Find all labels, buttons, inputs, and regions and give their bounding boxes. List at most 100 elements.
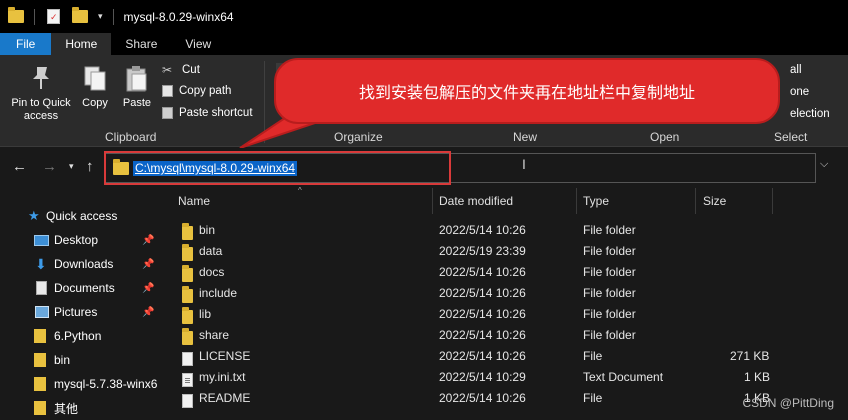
column-divider[interactable] bbox=[576, 188, 577, 214]
tab-file[interactable]: File bbox=[0, 33, 52, 55]
folder-icon bbox=[34, 353, 46, 367]
nav-label: Documents bbox=[54, 281, 115, 295]
file-name: README bbox=[199, 391, 251, 405]
pin-label-1: Pin to Quick bbox=[11, 97, 71, 109]
back-arrow-icon[interactable]: ← bbox=[12, 158, 27, 175]
table-row[interactable]: share 2022/5/14 10:26 File folder bbox=[166, 325, 848, 346]
callout-annotation: 找到安装包解压的文件夹再在地址栏中复制地址 bbox=[274, 58, 780, 124]
file-name: docs bbox=[199, 265, 225, 279]
file-type: File folder bbox=[583, 307, 636, 321]
table-row[interactable]: include 2022/5/14 10:26 File folder bbox=[166, 283, 848, 304]
file-name: data bbox=[199, 244, 223, 258]
title-bar: ✓ ▾ mysql-8.0.29-winx64 bbox=[0, 0, 848, 33]
invert-selection-label: election bbox=[790, 108, 830, 120]
pin-icon[interactable]: 📌 bbox=[142, 283, 154, 294]
cut-button[interactable]: ✂ Cut bbox=[162, 63, 200, 77]
pin-label-2: access bbox=[23, 110, 59, 122]
file-date: 2022/5/14 10:26 bbox=[439, 391, 526, 405]
table-row[interactable]: bin 2022/5/14 10:26 File folder bbox=[166, 220, 848, 241]
file-date: 2022/5/14 10:26 bbox=[439, 349, 526, 363]
select-group-label: Select bbox=[774, 130, 808, 144]
copy-label: Copy bbox=[82, 97, 108, 109]
file-date: 2022/5/14 10:26 bbox=[439, 223, 526, 237]
star-icon: ★ bbox=[28, 208, 40, 223]
qat-dropdown-icon[interactable]: ▾ bbox=[98, 11, 103, 22]
pin-icon[interactable]: 📌 bbox=[142, 307, 154, 318]
nav-item-documents[interactable]: Documents 📌 bbox=[0, 277, 160, 299]
desktop-icon bbox=[34, 234, 49, 246]
nav-item-quick-access[interactable]: ★ Quick access bbox=[0, 205, 160, 227]
open-group-label: Open bbox=[650, 130, 680, 144]
title-sep bbox=[34, 8, 35, 25]
select-none-label: one bbox=[790, 86, 810, 98]
file-type: File folder bbox=[583, 328, 636, 342]
nav-item-bin[interactable]: bin bbox=[0, 349, 160, 371]
file-name: include bbox=[199, 286, 238, 300]
table-row[interactable]: my.ini.txt 2022/5/14 10:29 Text Document… bbox=[166, 367, 848, 388]
file-date: 2022/5/14 10:29 bbox=[439, 370, 526, 384]
nav-label: mysql-5.7.38-winx6 bbox=[54, 377, 158, 391]
folder-icon bbox=[34, 329, 46, 343]
recent-locations-icon[interactable]: ▾ bbox=[69, 161, 74, 172]
copy-icon bbox=[84, 66, 106, 91]
nav-label: Desktop bbox=[54, 233, 99, 247]
pictures-icon bbox=[35, 306, 49, 318]
column-header-name[interactable]: Name bbox=[178, 188, 210, 214]
pin-icon bbox=[33, 67, 49, 89]
nav-item-pictures[interactable]: Pictures 📌 bbox=[0, 301, 160, 323]
new-group-label: New bbox=[513, 130, 538, 144]
nav-item-mysql-5[interactable]: mysql-5.7.38-winx6 bbox=[0, 373, 160, 395]
copy-path-button[interactable]: Copy path bbox=[162, 85, 231, 97]
file-list: ^ Name Date modified Type Size bin 2022/… bbox=[166, 186, 848, 420]
paste-label: Paste bbox=[122, 97, 152, 109]
nav-item-python[interactable]: 6.Python bbox=[0, 325, 160, 347]
new-folder-icon[interactable] bbox=[72, 7, 88, 23]
select-none-button[interactable]: one bbox=[790, 86, 809, 98]
copy-button[interactable]: Copy bbox=[78, 63, 112, 110]
tab-share[interactable]: Share bbox=[111, 33, 171, 55]
up-arrow-icon[interactable]: ↑ bbox=[86, 158, 94, 175]
window-folder-icon bbox=[8, 7, 24, 23]
pin-to-quick-access-button[interactable]: Pin to Quick access bbox=[8, 63, 74, 123]
clipboard-group-label: Clipboard bbox=[105, 130, 157, 144]
text-cursor-icon: I bbox=[522, 156, 526, 172]
column-header-date[interactable]: Date modified bbox=[439, 188, 513, 214]
pin-icon[interactable]: 📌 bbox=[142, 235, 154, 246]
file-size: 1 KB bbox=[744, 370, 771, 384]
nav-item-desktop[interactable]: Desktop 📌 bbox=[0, 229, 160, 251]
column-divider[interactable] bbox=[695, 188, 696, 214]
table-row[interactable]: docs 2022/5/14 10:26 File folder bbox=[166, 262, 848, 283]
file-type: Text Document bbox=[583, 370, 664, 384]
copy-path-icon bbox=[162, 85, 173, 97]
column-header-size[interactable]: Size bbox=[703, 188, 726, 214]
file-type: File folder bbox=[583, 244, 636, 258]
tab-home[interactable]: Home bbox=[51, 33, 112, 55]
file-date: 2022/5/14 10:26 bbox=[439, 328, 526, 342]
file-type: File bbox=[583, 391, 603, 405]
invert-selection-button[interactable]: election bbox=[790, 108, 830, 120]
address-dropdown-icon[interactable]: ⌵ bbox=[820, 158, 828, 171]
column-divider[interactable] bbox=[432, 188, 433, 214]
paste-shortcut-button[interactable]: Paste shortcut bbox=[162, 107, 253, 119]
file-date: 2022/5/19 23:39 bbox=[439, 244, 526, 258]
navigation-pane: ★ Quick access Desktop 📌 ⬇ Downloads 📌 D… bbox=[0, 188, 160, 420]
file-type: File folder bbox=[583, 223, 636, 237]
select-all-button[interactable]: all bbox=[790, 64, 802, 76]
column-divider[interactable] bbox=[772, 188, 773, 214]
pin-icon[interactable]: 📌 bbox=[142, 259, 154, 270]
table-row[interactable]: LICENSE 2022/5/14 10:26 File 271 KB bbox=[166, 346, 848, 367]
document-icon bbox=[36, 281, 47, 295]
table-row[interactable]: lib 2022/5/14 10:26 File folder bbox=[166, 304, 848, 325]
properties-icon[interactable]: ✓ bbox=[47, 9, 60, 24]
nav-item-other[interactable]: 其他 bbox=[0, 397, 160, 419]
highlight-box bbox=[104, 151, 451, 185]
nav-item-downloads[interactable]: ⬇ Downloads 📌 bbox=[0, 253, 160, 275]
table-row[interactable]: data 2022/5/19 23:39 File folder bbox=[166, 241, 848, 262]
column-header-type[interactable]: Type bbox=[583, 188, 609, 214]
file-type: File folder bbox=[583, 286, 636, 300]
tab-view[interactable]: View bbox=[171, 33, 225, 55]
nav-label: 6.Python bbox=[54, 329, 102, 343]
forward-arrow-icon[interactable]: → bbox=[42, 158, 57, 175]
paste-button[interactable]: Paste bbox=[119, 63, 155, 110]
watermark: CSDN @PittDing bbox=[742, 396, 834, 410]
